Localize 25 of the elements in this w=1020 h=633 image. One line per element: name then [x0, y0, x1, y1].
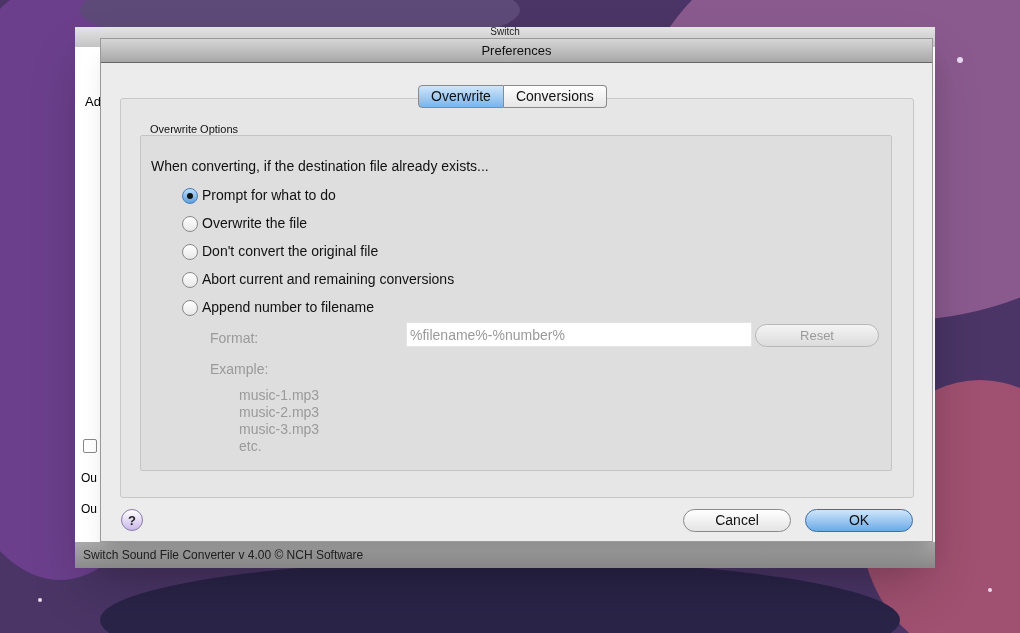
radio-label: Append number to filename — [202, 298, 374, 317]
window-title: Switch — [490, 27, 520, 37]
tab[interactable]: Overwrite — [418, 85, 504, 108]
radio-label: Don't convert the original file — [202, 242, 379, 261]
radio-label: Abort current and remaining conversions — [202, 270, 455, 289]
dialog-button[interactable]: OK — [805, 509, 913, 532]
tab[interactable]: Conversions — [503, 85, 607, 108]
example-line: etc. — [239, 438, 263, 455]
format-label: Format: — [210, 329, 259, 348]
example-line: music-3.mp3 — [239, 421, 320, 438]
group-label: Overwrite Options — [150, 122, 239, 137]
example-line: music-1.mp3 — [239, 387, 320, 404]
radio-label: Overwrite the file — [202, 214, 308, 233]
status-text: Switch Sound File Converter v 4.00 © NCH Software — [83, 547, 364, 564]
help-button[interactable]: ? — [121, 509, 143, 531]
checkbox[interactable] — [83, 439, 97, 453]
prompt-text: When converting, if the destination file already exists... — [151, 157, 489, 176]
dialog-button[interactable]: Cancel — [683, 509, 791, 532]
field-label: Ou — [81, 471, 97, 485]
example-label: Example: — [210, 360, 269, 379]
example-line: music-2.mp3 — [239, 404, 320, 421]
menu-label: Ad — [85, 93, 101, 111]
field-label: Ou — [81, 502, 97, 516]
dialog-title: Preferences — [481, 41, 552, 60]
radio-label: Prompt for what to do — [202, 186, 336, 205]
